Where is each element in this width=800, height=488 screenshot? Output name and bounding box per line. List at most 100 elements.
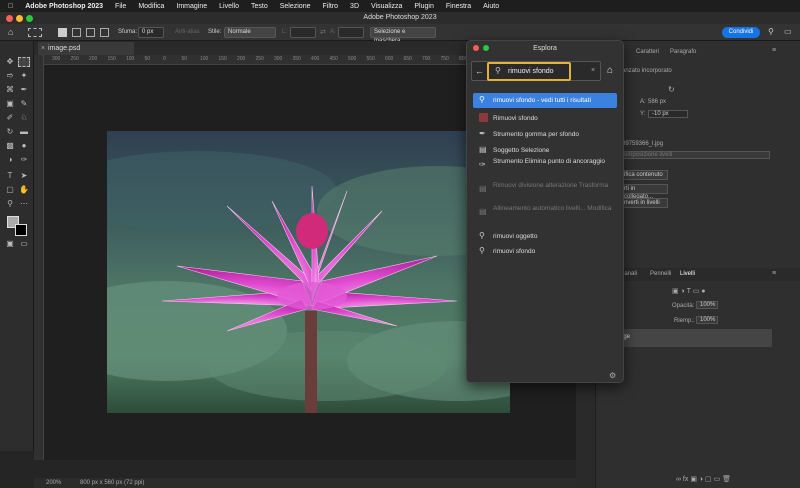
convert-layers-button[interactable]: nverti in livelli: [620, 198, 668, 208]
close-tab-icon[interactable]: ×: [41, 42, 45, 55]
result-label: rimuovi sfondo: [493, 248, 536, 255]
document-tab[interactable]: × image.psd: [38, 42, 134, 55]
quick-select-tool-icon[interactable]: ✦: [18, 71, 30, 81]
result-background-eraser[interactable]: ✒ Strumento gomma per sfondo: [473, 127, 617, 142]
type-tool-icon[interactable]: T: [4, 171, 16, 181]
result-remove-object[interactable]: ⚲ rimuovi oggetto: [473, 229, 617, 244]
antialias-checkbox[interactable]: Anti-alias: [175, 29, 200, 35]
menu-type[interactable]: Testo: [251, 3, 268, 10]
settings-gear-icon[interactable]: ⚙: [609, 371, 616, 380]
quick-mask-icon[interactable]: ▣: [4, 239, 16, 249]
menu-app-name[interactable]: Adobe Photoshop 2023: [25, 3, 103, 10]
rectangle-tool-icon[interactable]: ▢: [4, 185, 16, 195]
swap-icon[interactable]: ⇄: [320, 28, 326, 36]
screen-mode-icon[interactable]: ▭: [18, 239, 30, 249]
eyedropper-tool-icon[interactable]: ✒: [18, 85, 30, 95]
height-input[interactable]: [338, 27, 364, 38]
add-selection-icon[interactable]: [72, 28, 81, 37]
more-tools-icon[interactable]: ⋯: [18, 199, 30, 209]
style-select[interactable]: Normale: [224, 27, 276, 38]
dodge-tool-icon[interactable]: ◑: [4, 155, 16, 165]
opacity-input[interactable]: 100%: [696, 301, 718, 309]
menu-select[interactable]: Selezione: [280, 3, 311, 10]
menu-filter[interactable]: Filtro: [322, 3, 338, 10]
path-select-tool-icon[interactable]: ➤: [18, 171, 30, 181]
result-remove-background[interactable]: Rimuovi sfondo: [473, 111, 617, 126]
move-tool-icon[interactable]: ✥: [4, 57, 16, 67]
tab-character[interactable]: Caratteri: [636, 49, 659, 55]
result-delete-anchor-point[interactable]: ✑ Strumento Elimina punto di ancoraggio: [473, 158, 617, 180]
result-select-subject[interactable]: ▤ Soggetto Selezione: [473, 143, 617, 158]
result-auto-align-layers[interactable]: ▤ Allineamento automatico livelli... Mod…: [473, 205, 617, 227]
background-color-swatch[interactable]: [15, 224, 27, 236]
pen-tool-icon[interactable]: ✑: [18, 155, 30, 165]
menu-3d[interactable]: 3D: [350, 3, 359, 10]
y-label: Y:: [640, 111, 646, 117]
workspace-icon[interactable]: ▭: [784, 27, 792, 36]
result-remove-warp-split[interactable]: ▤ Rimuovi divisione alterazione Trasform…: [473, 182, 617, 204]
brush-tool-icon[interactable]: ✐: [4, 113, 16, 123]
menu-view[interactable]: Visualizza: [371, 3, 402, 10]
menu-edit[interactable]: Modifica: [138, 3, 164, 10]
feather-input[interactable]: 0 px: [138, 27, 164, 38]
discover-close-button[interactable]: [473, 45, 479, 51]
layer-footer-icons[interactable]: ∞ fx ▣ ◑ ▢ ▭ 🗑: [676, 475, 731, 483]
document-info[interactable]: 800 px x 560 px (72 ppi): [80, 480, 144, 486]
marquee-tool-icon[interactable]: [18, 57, 30, 67]
panel-menu-icon[interactable]: ≡: [772, 47, 776, 54]
clear-search-icon[interactable]: ×: [591, 67, 595, 74]
gradient-tool-icon[interactable]: ▩: [4, 141, 16, 151]
reset-icon[interactable]: ↻: [668, 85, 675, 94]
a-value[interactable]: 586 px: [648, 99, 666, 105]
marquee-preset-icon[interactable]: [28, 28, 42, 37]
menu-help[interactable]: Aiuto: [483, 3, 499, 10]
ruler-tick-label: 350: [292, 56, 301, 62]
zoom-tool-icon[interactable]: ⚲: [4, 199, 16, 209]
document-image[interactable]: [107, 131, 510, 413]
result-see-all[interactable]: ⚲ rimuovi sfondo - vedi tutti i risultat…: [473, 93, 617, 108]
menu-file[interactable]: File: [115, 3, 126, 10]
frame-tool-icon[interactable]: ▣: [4, 99, 16, 109]
intersect-selection-icon[interactable]: [100, 28, 109, 37]
healing-brush-tool-icon[interactable]: ✎: [18, 99, 30, 109]
home-icon[interactable]: ⌂: [607, 65, 613, 76]
history-brush-tool-icon[interactable]: ↻: [4, 127, 16, 137]
back-arrow-icon[interactable]: ←: [475, 66, 484, 76]
convert-linked-button[interactable]: rti in collegato...: [620, 184, 668, 200]
tab-brushes[interactable]: Pennelli: [650, 271, 671, 277]
menu-image[interactable]: Immagine: [176, 3, 207, 10]
tab-layers[interactable]: Livelli: [680, 271, 695, 277]
layer-comp-select[interactable]: omposizione livelli: [620, 151, 770, 159]
filter-layer-icons[interactable]: ▣ ◑ T ▭ ●: [672, 287, 706, 295]
result-remove-background-search[interactable]: ⚲ rimuovi sfondo: [473, 244, 617, 259]
select-mask-button[interactable]: Selezione e maschera...: [370, 27, 436, 44]
home-icon[interactable]: ⌂: [8, 27, 13, 37]
new-selection-icon[interactable]: [58, 28, 67, 37]
eraser-tool-icon[interactable]: ▬: [18, 127, 30, 137]
zoom-window-button[interactable]: [26, 15, 33, 22]
menu-layer[interactable]: Livello: [219, 3, 239, 10]
y-input[interactable]: -10 px: [648, 110, 688, 118]
lasso-tool-icon[interactable]: ➱: [4, 71, 16, 81]
crop-tool-icon[interactable]: ⌘: [4, 85, 16, 95]
width-input[interactable]: [290, 27, 316, 38]
subtract-selection-icon[interactable]: [86, 28, 95, 37]
apple-icon[interactable]: : [8, 3, 13, 10]
layers-menu-icon[interactable]: ≡: [772, 270, 776, 277]
minimize-window-button[interactable]: [16, 15, 23, 22]
hand-tool-icon[interactable]: ✋: [18, 185, 30, 195]
close-window-button[interactable]: [6, 15, 13, 22]
search-icon[interactable]: ⚲: [768, 27, 774, 36]
zoom-level[interactable]: 200%: [46, 480, 61, 486]
menu-plugin[interactable]: Plugin: [414, 3, 433, 10]
search-input[interactable]: rimuovi sfondo: [508, 68, 554, 75]
clone-stamp-tool-icon[interactable]: ♘: [18, 113, 30, 123]
blur-tool-icon[interactable]: ●: [18, 141, 30, 151]
menu-window[interactable]: Finestra: [446, 3, 471, 10]
tools-panel: ✥ ➱ ✦ ⌘ ✒ ▣ ✎ ✐ ♘ ↻ ▬ ▩ ● ◑ ✑ T ➤ ▢ ✋ ⚲ …: [0, 41, 34, 451]
share-button[interactable]: Condividi: [722, 27, 760, 38]
edit-contents-button[interactable]: ifica contenuto: [620, 170, 668, 180]
tab-paragraph[interactable]: Paragrafo: [670, 49, 696, 55]
discover-zoom-button[interactable]: [483, 45, 489, 51]
fill-input[interactable]: 100%: [696, 316, 718, 324]
